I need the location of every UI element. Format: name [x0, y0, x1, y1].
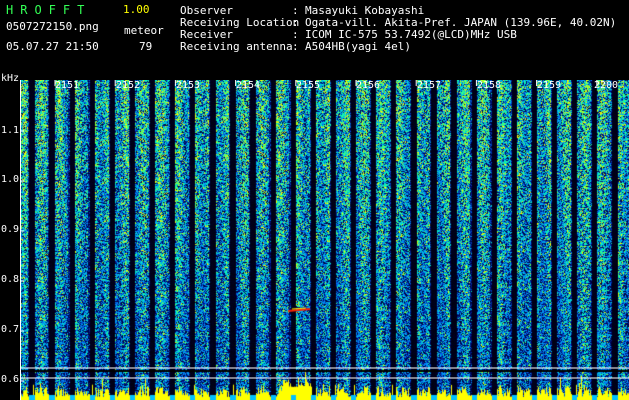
x-tick-label: 2151 — [55, 80, 80, 91]
detection-mode-label: meteor — [124, 24, 164, 37]
y-tick-label: 0.9 — [1, 224, 20, 235]
y-tick-label: 0.8 — [1, 274, 20, 285]
x-tick-label: 2153 — [176, 80, 201, 91]
x-tick-label: 2158 — [477, 80, 502, 91]
y-tick-label: 1.0 — [1, 174, 20, 185]
x-tick-label: 2154 — [236, 80, 261, 91]
detection-count: 79 — [139, 40, 153, 53]
spectrogram-grid — [20, 80, 629, 400]
y-tick-label: 0.7 — [1, 324, 20, 335]
app-version: 1.00 — [123, 3, 150, 16]
spectrogram-display[interactable] — [20, 80, 629, 400]
y-axis-unit: kHz — [1, 73, 20, 84]
info-value-antenna: A504HB(yagi 4el) — [305, 40, 411, 53]
file-datetime: 05.07.27 21:50 — [6, 40, 99, 53]
info-separator: : — [292, 40, 299, 53]
app-title: HROFFT — [6, 3, 92, 17]
x-tick-label: 2200 — [594, 80, 619, 91]
x-tick-label: 2159 — [537, 80, 562, 91]
x-tick-label: 2157 — [417, 80, 442, 91]
y-tick-label: 1.1 — [1, 125, 20, 136]
x-tick-label: 2155 — [296, 80, 321, 91]
info-label-antenna: Receiving antenna — [180, 40, 293, 53]
x-tick-label: 2156 — [356, 80, 381, 91]
y-tick-label: 0.6 — [1, 374, 20, 385]
x-tick-label: 2152 — [116, 80, 141, 91]
file-name: 0507272150.png — [6, 20, 99, 33]
